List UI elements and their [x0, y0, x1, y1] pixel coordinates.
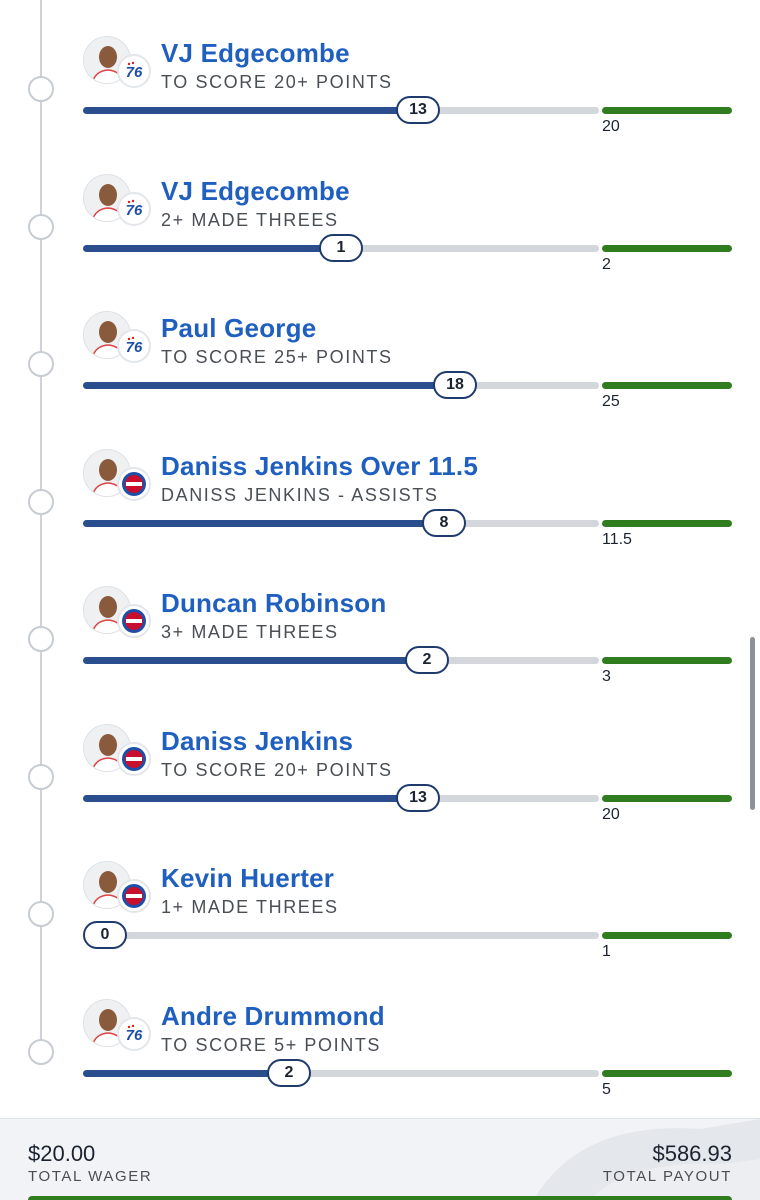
current-value-pill: 8	[422, 508, 466, 537]
progress-fill	[83, 519, 444, 527]
target-bar	[602, 932, 732, 939]
player-name[interactable]: Andre Drummond	[161, 1001, 385, 1032]
total-payout-label: TOTAL PAYOUT	[602, 1168, 732, 1185]
progress-fill	[83, 657, 427, 664]
progress-track: 13	[83, 96, 599, 124]
target-value: 5	[602, 1080, 611, 1098]
player-avatar	[83, 448, 153, 505]
parlay-leg[interactable]: 76 Andre Drummond TO SCORE 5+ POINTS 2 5	[0, 989, 760, 1127]
current-value-pill: 13	[396, 96, 440, 124]
target-value: 2	[602, 255, 611, 273]
total-payout-amount: $586.93	[652, 1141, 732, 1166]
market-label: TO SCORE 20+ POINTS	[161, 72, 393, 92]
parlay-leg[interactable]: 76 VJ Edgecombe 2+ MADE THREES 1 2	[0, 164, 760, 302]
progress-fill	[83, 244, 341, 252]
player-name[interactable]: Kevin Huerter	[161, 863, 334, 894]
team-logo-icon	[117, 604, 151, 638]
target-bar	[602, 519, 732, 527]
player-avatar	[83, 861, 153, 917]
team-logo-icon	[117, 879, 151, 913]
current-value-pill: 18	[433, 371, 477, 399]
current-value-pill: 2	[267, 1058, 311, 1087]
total-wager-label: TOTAL WAGER	[28, 1168, 153, 1185]
target-bar	[602, 244, 732, 252]
market-label: TO SCORE 20+ POINTS	[161, 759, 393, 780]
market-label: DANISS JENKINS - ASSISTS	[161, 484, 439, 505]
progress-track: 18	[83, 371, 599, 399]
svg-text:76: 76	[126, 1027, 143, 1044]
target-bar	[602, 107, 732, 114]
scrollbar[interactable]	[750, 637, 755, 810]
player-avatar: 76	[83, 311, 153, 367]
player-name[interactable]: VJ Edgecombe	[161, 38, 350, 69]
progress-fill	[83, 382, 455, 389]
timeline-dot	[28, 901, 54, 927]
svg-text:76: 76	[126, 339, 143, 356]
current-value-pill: 2	[405, 646, 449, 674]
market-label: 3+ MADE THREES	[161, 622, 339, 642]
target-value: 3	[602, 668, 611, 685]
svg-text:76: 76	[126, 202, 143, 219]
progress-track: 1	[83, 233, 599, 262]
market-label: 1+ MADE THREES	[161, 897, 339, 917]
target-bar	[602, 1069, 732, 1077]
player-name[interactable]: Daniss Jenkins Over 11.5	[161, 451, 478, 482]
parlay-leg[interactable]: Duncan Robinson 3+ MADE THREES 2 3	[0, 576, 760, 714]
player-avatar: 76	[83, 173, 153, 230]
progress-fill	[83, 1069, 289, 1077]
target-value: 1	[602, 943, 611, 960]
player-avatar	[83, 723, 153, 780]
current-value-pill: 0	[83, 921, 127, 949]
progress-track: 2	[83, 1058, 599, 1087]
player-name[interactable]: Paul George	[161, 313, 316, 344]
total-wager-amount: $20.00	[28, 1141, 96, 1166]
progress-track: 0	[83, 921, 599, 949]
target-value: 20	[602, 118, 620, 135]
svg-text:76: 76	[126, 64, 143, 81]
timeline-dot	[28, 76, 54, 102]
target-value: 20	[602, 805, 620, 823]
player-avatar: 76	[83, 998, 153, 1055]
target-bar	[602, 382, 732, 389]
progress-track: 13	[83, 783, 599, 812]
parlay-leg[interactable]: Daniss Jenkins TO SCORE 20+ POINTS 13 20	[0, 714, 760, 852]
progress-track: 8	[83, 508, 599, 537]
current-value-pill: 1	[319, 233, 363, 262]
timeline-dot	[28, 1038, 54, 1065]
target-bar	[602, 657, 732, 664]
current-value-pill: 13	[396, 783, 440, 812]
team-logo-icon: 76	[117, 329, 151, 363]
progress-fill	[83, 794, 418, 802]
bet-footer: $20.00 TOTAL WAGER $586.93 TOTAL PAYOUT	[0, 1118, 760, 1200]
team-logo-icon: 76	[117, 54, 151, 88]
place-bet-button-edge[interactable]	[28, 1196, 732, 1200]
progress-fill	[83, 107, 418, 114]
timeline-dot	[28, 763, 54, 790]
progress-track: 2	[83, 646, 599, 674]
player-name[interactable]: Daniss Jenkins	[161, 726, 353, 757]
target-bar	[602, 794, 732, 802]
target-value: 11.5	[602, 530, 632, 548]
parlay-leg[interactable]: 76 Paul George TO SCORE 25+ POINTS 18 25	[0, 301, 760, 439]
player-name[interactable]: Duncan Robinson	[161, 588, 386, 619]
team-logo-icon	[117, 741, 151, 776]
player-avatar	[83, 586, 153, 642]
team-logo-icon: 76	[117, 191, 151, 226]
player-avatar: 76	[83, 36, 153, 92]
timeline-dot	[28, 626, 54, 652]
timeline-dot	[28, 351, 54, 377]
target-value: 25	[602, 393, 620, 410]
timeline-dot	[28, 488, 54, 515]
player-name[interactable]: VJ Edgecombe	[161, 176, 350, 207]
team-logo-icon: 76	[117, 1016, 151, 1051]
market-label: TO SCORE 5+ POINTS	[161, 1034, 382, 1055]
team-logo-icon	[117, 466, 151, 501]
market-label: TO SCORE 25+ POINTS	[161, 347, 393, 367]
market-label: 2+ MADE THREES	[161, 209, 339, 230]
parlay-leg[interactable]: 76 VJ Edgecombe TO SCORE 20+ POINTS 13 2…	[0, 26, 760, 164]
parlay-leg[interactable]: Kevin Huerter 1+ MADE THREES 0 1	[0, 851, 760, 989]
parlay-leg[interactable]: Daniss Jenkins Over 11.5 DANISS JENKINS …	[0, 439, 760, 577]
timeline-dot	[28, 213, 54, 240]
